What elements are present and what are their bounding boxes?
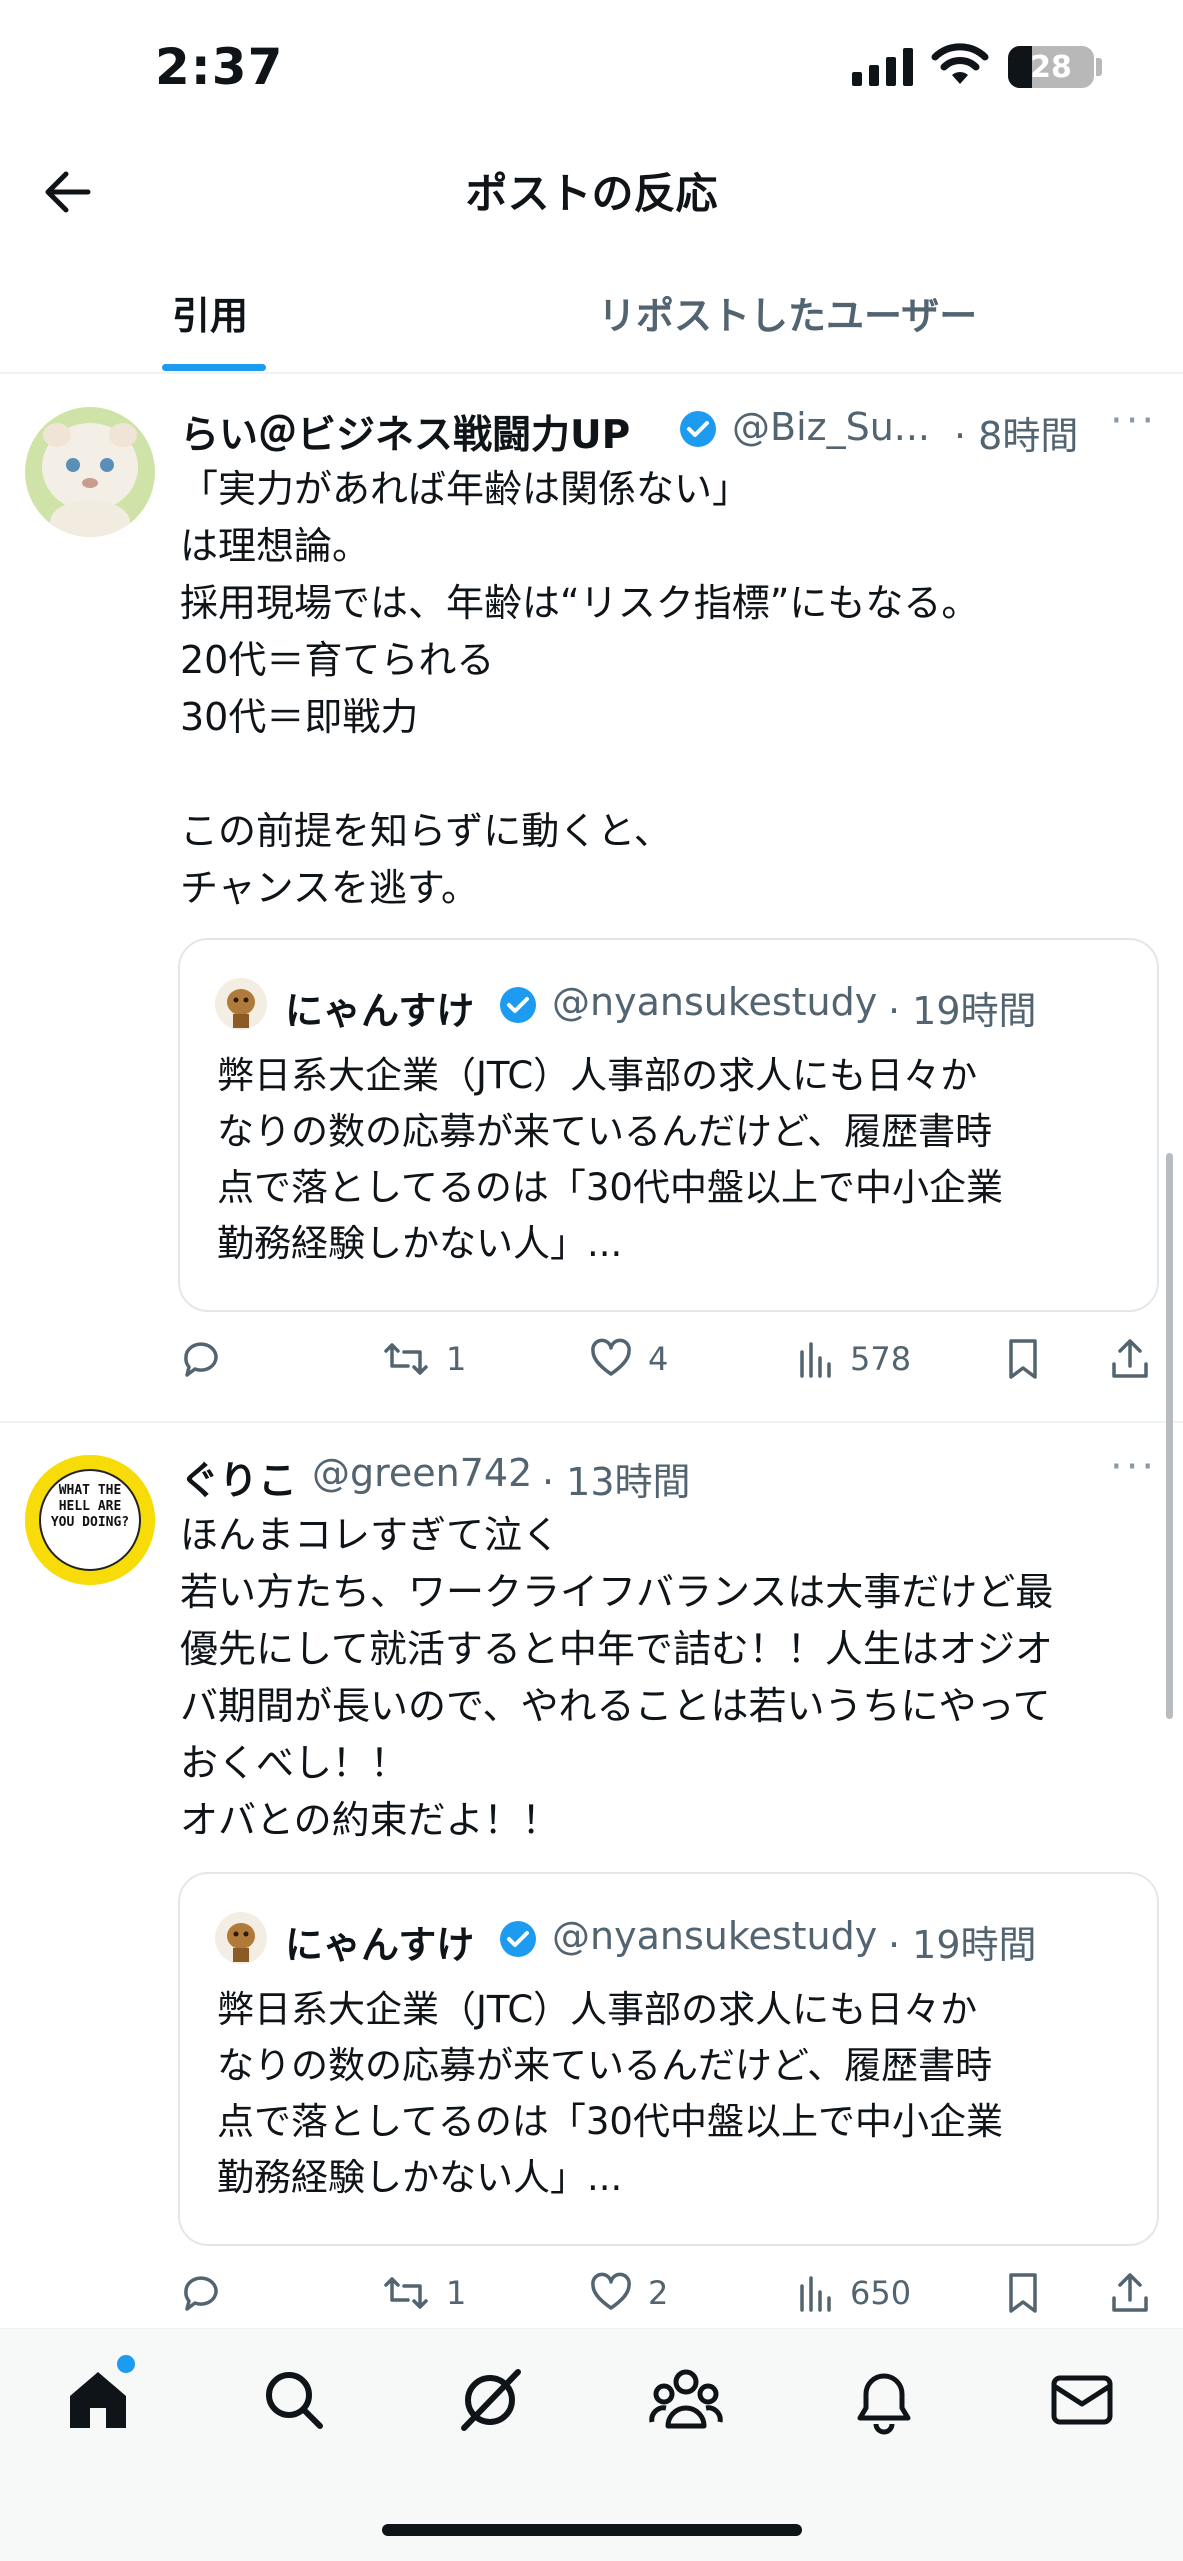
post-text: 「実力があれば年齢は関係ない」 は理想論。 採用現場では、年齢は“リスク指標”に… [180, 467, 980, 910]
post-timestamp: · 13時間 [542, 1460, 691, 1504]
tab-quotes[interactable]: 引用 [172, 285, 248, 340]
reply-icon [184, 1342, 218, 1377]
repost-count: 1 [446, 2274, 467, 2312]
repost-icon [384, 1343, 428, 1375]
battery-level: 28 [1030, 49, 1072, 85]
verified-badge-icon [500, 1921, 536, 1957]
tab-reposted-users[interactable]: リポストしたユーザー [598, 285, 977, 340]
reply-button[interactable] [178, 2270, 238, 2316]
quoted-author-name: にゃんすけ [285, 1923, 475, 1967]
quoted-timestamp: · 19時間 [888, 1923, 1037, 1967]
quoted-author-avatar [215, 978, 267, 1030]
verified-badge-icon [680, 411, 716, 447]
like-icon [591, 2272, 631, 2310]
battery-indicator: 28 [1008, 46, 1094, 88]
like-count: 4 [648, 1340, 669, 1378]
share-icon[interactable] [1108, 2270, 1152, 2316]
avatar[interactable]: WHAT THE HELL ARE YOU DOING? [25, 1455, 155, 1585]
tabs-divider [0, 372, 1183, 374]
quoted-author-avatar [215, 1912, 267, 1964]
post-text: ほんまコレすぎて泣く 若い方たち、ワークライフバランスは大事だけど最 優先にして… [180, 1513, 1054, 1842]
grok-icon[interactable] [452, 2362, 528, 2438]
repost-icon [384, 2277, 428, 2309]
notifications-icon[interactable] [846, 2362, 922, 2438]
cellular-signal-icon [852, 46, 913, 86]
repost-button[interactable]: 1 [380, 2270, 466, 2316]
share-icon[interactable] [1108, 1336, 1152, 1382]
more-icon[interactable]: ··· [1110, 398, 1157, 444]
like-button[interactable]: 4 [588, 1336, 668, 1382]
search-icon[interactable] [256, 2362, 332, 2438]
bookmark-icon[interactable] [1002, 1336, 1044, 1382]
reply-button[interactable] [178, 1336, 238, 1382]
repost-button[interactable]: 1 [380, 1336, 466, 1382]
quoted-timestamp: · 19時間 [888, 989, 1037, 1033]
quoted-author-name: にゃんすけ [285, 989, 475, 1033]
view-count: 650 [850, 2274, 912, 2312]
views-icon [800, 1342, 831, 1378]
more-icon[interactable]: ··· [1110, 1444, 1157, 1490]
post-divider [0, 1421, 1183, 1423]
quoted-author-handle: @nyansukestudy [552, 980, 878, 1024]
active-tab-indicator [162, 364, 266, 371]
messages-icon[interactable] [1044, 2362, 1120, 2438]
avatar-text: WHAT THE HELL ARE YOU DOING? [50, 1483, 130, 1530]
repost-count: 1 [446, 1340, 467, 1378]
quoted-post-text: 弊日系大企業（JTC）人事部の求人にも日々か なりの数の応募が来ているんだけど、… [217, 1054, 1003, 1265]
home-notification-dot [114, 2352, 138, 2376]
views-icon [800, 2276, 831, 2312]
views-button[interactable]: 650 [796, 2270, 911, 2316]
views-button[interactable]: 578 [796, 1336, 911, 1382]
post-author-handle[interactable]: @Biz_Su... [732, 405, 930, 449]
communities-icon[interactable] [648, 2362, 724, 2438]
status-time: 2:37 [155, 38, 284, 96]
bookmark-icon[interactable] [1002, 2270, 1044, 2316]
quoted-author-handle: @nyansukestudy [552, 1914, 878, 1958]
post-author-handle[interactable]: @green742 [312, 1451, 532, 1495]
avatar[interactable] [25, 407, 155, 537]
page-title: ポストの反応 [465, 169, 718, 218]
quoted-post-text: 弊日系大企業（JTC）人事部の求人にも日々か なりの数の応募が来ているんだけど、… [217, 1988, 1003, 2199]
reply-icon [184, 2276, 218, 2311]
like-button[interactable]: 2 [588, 2270, 668, 2316]
verified-badge-icon [500, 987, 536, 1023]
like-count: 2 [648, 2274, 669, 2312]
post-timestamp: · 8時間 [954, 414, 1079, 458]
post-author-name[interactable]: ぐりこ [180, 1450, 297, 1506]
home-indicator [382, 2524, 802, 2536]
post-author-name[interactable]: らい＠ビジネス戦闘力UP [180, 404, 630, 460]
battery-nub [1096, 58, 1102, 76]
view-count: 578 [850, 1340, 912, 1378]
like-icon [591, 1338, 631, 1376]
wifi-icon [931, 43, 989, 84]
scrollbar[interactable] [1166, 1153, 1173, 1719]
